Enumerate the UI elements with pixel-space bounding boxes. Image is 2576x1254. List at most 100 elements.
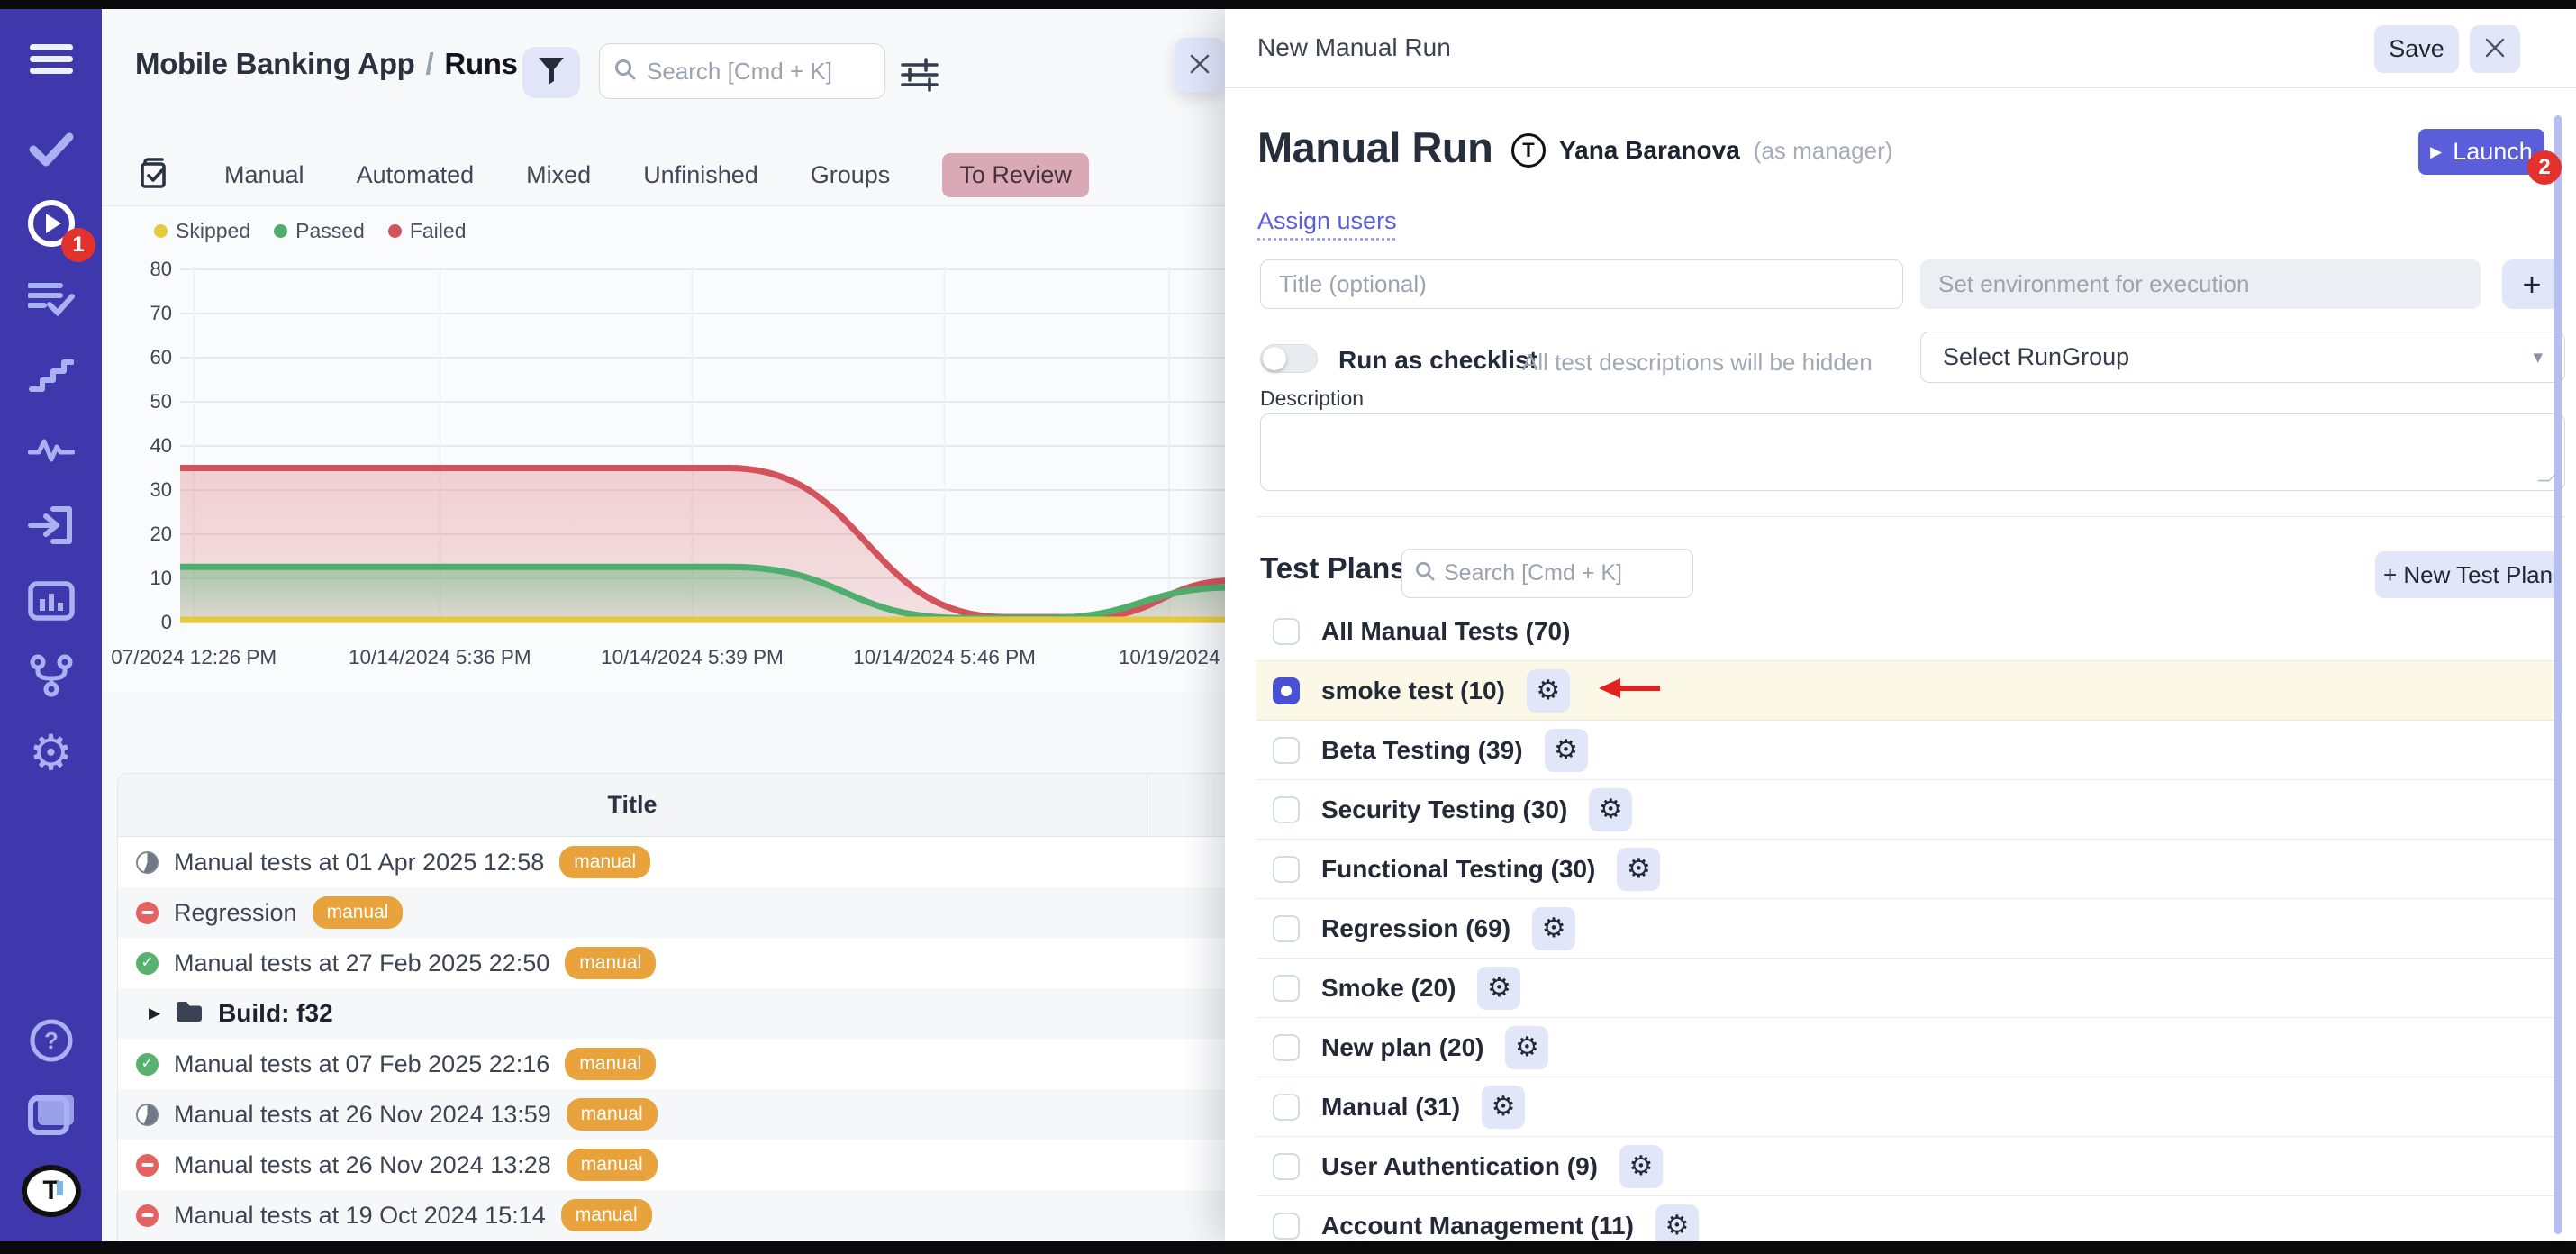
test-plan-settings-button[interactable]: ⚙ [1617, 848, 1660, 891]
tab-groups[interactable]: Groups [811, 153, 891, 197]
table-row[interactable]: Manual tests at 01 Apr 2025 12:58 manual [118, 837, 1225, 887]
environment-input[interactable] [1920, 259, 2481, 309]
adjustments-icon[interactable] [896, 52, 943, 97]
reports-icon[interactable] [0, 572, 102, 630]
tab-unfinished[interactable]: Unfinished [643, 153, 758, 197]
branch-icon[interactable] [0, 647, 102, 704]
scrollbar-thumb[interactable] [2554, 115, 2562, 1234]
test-plan-label: Smoke (20) [1321, 974, 1456, 1003]
test-plan-settings-button[interactable]: ⚙ [1532, 907, 1575, 950]
rungroup-select[interactable]: Select RunGroup ▾ [1920, 332, 2565, 383]
caret-right-icon[interactable]: ▶ [149, 1004, 160, 1022]
runs-search-input[interactable] [647, 58, 870, 86]
run-as-checklist-toggle[interactable] [1260, 344, 1318, 373]
save-button[interactable]: Save [2374, 25, 2459, 73]
test-plans-search-input[interactable] [1444, 560, 1680, 586]
status-icon [136, 1104, 159, 1126]
test-plan-settings-button[interactable]: ⚙ [1545, 729, 1588, 772]
gear-icon: ⚙ [1599, 796, 1623, 823]
settings-gear-icon[interactable]: ⚙ [0, 724, 102, 782]
test-plan-checkbox[interactable] [1273, 737, 1300, 764]
milestones-steps-icon[interactable] [0, 346, 102, 404]
description-label: Description [1260, 386, 1364, 411]
x-tick: 10/14/2024 5:39 PM [601, 646, 784, 669]
tab-to-review[interactable]: To Review [942, 153, 1089, 197]
table-folder-row[interactable]: ▶ Build: f32 [118, 988, 1225, 1039]
table-row[interactable]: Regression manual [118, 887, 1225, 938]
chart-x-axis: 07/2024 12:26 PM10/14/2024 5:36 PM10/14/… [180, 646, 1225, 673]
test-plan-checkbox[interactable] [1273, 677, 1300, 704]
new-test-plan-button[interactable]: + New Test Plan [2375, 551, 2561, 598]
add-environment-button[interactable]: + [2502, 259, 2562, 309]
test-plan-checkbox[interactable] [1273, 618, 1300, 645]
test-plan-row-user-authentication-9[interactable]: User Authentication (9) ⚙ [1256, 1137, 2562, 1196]
manual-badge: manual [559, 846, 650, 877]
test-plan-checkbox[interactable] [1273, 1213, 1300, 1240]
table-row[interactable]: Manual tests at 27 Feb 2025 22:50 manual [118, 938, 1225, 988]
test-plan-row-manual-31[interactable]: Manual (31) ⚙ [1256, 1077, 2562, 1137]
test-plan-checkbox[interactable] [1273, 1153, 1300, 1180]
checklist-icon[interactable] [138, 156, 172, 195]
import-icon[interactable] [0, 496, 102, 554]
test-plan-settings-button[interactable]: ⚙ [1589, 788, 1632, 831]
help-icon[interactable]: ? [0, 1012, 102, 1069]
launch-button[interactable]: ▶ Launch [2418, 129, 2544, 175]
test-plan-checkbox[interactable] [1273, 975, 1300, 1002]
new-manual-run-panel: New Manual Run Save Manual Run T Yana Ba… [1225, 9, 2576, 1241]
breadcrumb-project[interactable]: Mobile Banking App [135, 47, 415, 80]
runs-list-panel: Mobile Banking App/Runs ManualAutomatedM… [102, 9, 1225, 1241]
description-textarea[interactable] [1260, 413, 2565, 491]
table-row[interactable]: Manual tests at 26 Nov 2024 13:28 manual [118, 1140, 1225, 1190]
test-plan-row-all-manual-tests-70[interactable]: All Manual Tests (70) [1256, 602, 2562, 661]
tab-automated[interactable]: Automated [357, 153, 475, 197]
test-plan-settings-button[interactable]: ⚙ [1505, 1026, 1548, 1069]
test-plan-settings-button[interactable]: ⚙ [1477, 967, 1520, 1010]
test-plan-checkbox[interactable] [1273, 856, 1300, 883]
tests-check-icon[interactable] [0, 121, 102, 178]
test-plan-row-account-management-11[interactable]: Account Management (11) ⚙ [1256, 1196, 2562, 1241]
y-tick: 20 [150, 522, 172, 546]
x-tick: 10/19/2024 [1119, 646, 1220, 669]
gear-icon: ⚙ [1554, 737, 1578, 764]
play-icon: ▶ [2430, 143, 2442, 161]
table-row[interactable]: Manual tests at 26 Nov 2024 13:59 manual [118, 1089, 1225, 1140]
search-icon [1415, 561, 1435, 586]
test-plan-label: Account Management (11) [1321, 1212, 1634, 1240]
table-row[interactable]: Manual tests at 07 Feb 2025 22:16 manual [118, 1039, 1225, 1089]
run-title: Regression [174, 899, 297, 927]
testomat-logo[interactable]: T [0, 1162, 102, 1220]
test-plan-settings-button[interactable]: ⚙ [1655, 1204, 1699, 1242]
table-header: Title [118, 774, 1225, 837]
test-plans-icon[interactable] [0, 270, 102, 328]
legend-dot [274, 224, 287, 238]
filter-button[interactable] [522, 47, 580, 98]
run-title-input[interactable] [1260, 259, 1903, 309]
runs-search [599, 43, 885, 99]
y-tick: 0 [161, 611, 172, 634]
test-plan-checkbox[interactable] [1273, 915, 1300, 942]
test-plan-row-security-testing-30[interactable]: Security Testing (30) ⚙ [1256, 780, 2562, 840]
table-row[interactable]: Manual tests at 19 Oct 2024 15:14 manual [118, 1190, 1225, 1240]
assign-users-link[interactable]: Assign users [1257, 207, 1397, 235]
test-plan-settings-button[interactable]: ⚙ [1482, 1086, 1525, 1129]
y-tick: 80 [150, 258, 172, 281]
tab-manual[interactable]: Manual [224, 153, 304, 197]
test-plan-settings-button[interactable]: ⚙ [1527, 669, 1570, 713]
test-plan-row-beta-testing-39[interactable]: Beta Testing (39) ⚙ [1256, 721, 2562, 780]
analytics-pulse-icon[interactable] [0, 421, 102, 478]
test-plan-row-new-plan-20[interactable]: New plan (20) ⚙ [1256, 1018, 2562, 1077]
test-plan-settings-button[interactable]: ⚙ [1619, 1145, 1663, 1188]
funnel-icon [538, 57, 565, 88]
panel-close-button[interactable] [1175, 38, 1225, 93]
test-plan-row-functional-testing-30[interactable]: Functional Testing (30) ⚙ [1256, 840, 2562, 899]
test-plan-row-smoke-20[interactable]: Smoke (20) ⚙ [1256, 959, 2562, 1018]
test-plan-checkbox[interactable] [1273, 1034, 1300, 1061]
menu-icon[interactable] [0, 31, 102, 88]
modal-close-button[interactable] [2470, 25, 2520, 73]
test-plan-checkbox[interactable] [1273, 1094, 1300, 1121]
test-plan-row-regression-69[interactable]: Regression (69) ⚙ [1256, 899, 2562, 959]
projects-icon[interactable] [0, 1086, 102, 1144]
test-plan-row-smoke-test-10[interactable]: smoke test (10) ⚙ [1256, 661, 2562, 721]
test-plan-checkbox[interactable] [1273, 796, 1300, 823]
tab-mixed[interactable]: Mixed [526, 153, 591, 197]
